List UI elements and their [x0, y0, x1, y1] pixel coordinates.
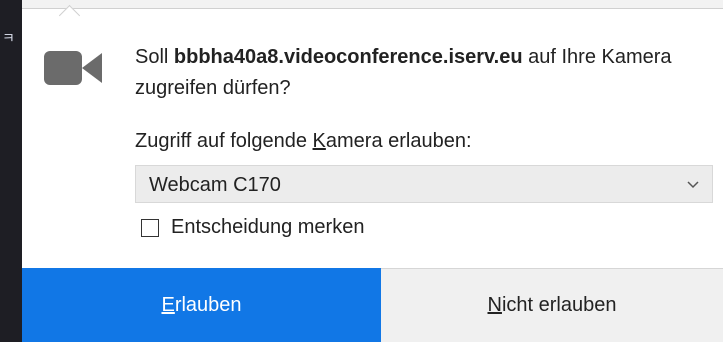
- permission-message: Soll bbbha40a8.videoconference.iserv.eu …: [135, 42, 705, 104]
- camera-select-label: Zugriff auf folgende Kamera erlauben:: [135, 130, 472, 153]
- requesting-host: bbbha40a8.videoconference.iserv.eu: [173, 46, 523, 68]
- video-camera-icon: [44, 51, 102, 85]
- deny-label-rest: icht erlauben: [501, 294, 617, 316]
- background-app-strip: ㅋ: [0, 0, 22, 342]
- camera-select[interactable]: Webcam C170: [135, 165, 713, 203]
- chevron-down-icon: [687, 181, 699, 189]
- allow-label-rest: rlauben: [174, 293, 242, 316]
- camera-label-post: amera erlauben:: [325, 130, 472, 152]
- allow-button[interactable]: Erlauben: [22, 268, 381, 342]
- message-prefix: Soll: [135, 46, 174, 68]
- camera-permission-dialog: Soll bbbha40a8.videoconference.iserv.eu …: [22, 4, 723, 342]
- panel-arrow: [58, 4, 81, 27]
- remember-checkbox[interactable]: [141, 219, 159, 237]
- camera-select-value: Webcam C170: [149, 174, 281, 196]
- remember-label: Entscheidung merken: [171, 216, 365, 238]
- allow-accesskey: E: [161, 293, 175, 316]
- deny-accesskey: N: [487, 294, 502, 316]
- dialog-footer: Erlauben Nicht erlauben: [22, 268, 723, 342]
- camera-label-pre: Zugriff auf folgende: [135, 130, 313, 152]
- deny-button[interactable]: Nicht erlauben: [381, 268, 723, 342]
- background-glyph: ㅋ: [2, 30, 15, 46]
- panel-top-border: [22, 0, 723, 9]
- camera-label-accesskey: K: [312, 130, 326, 152]
